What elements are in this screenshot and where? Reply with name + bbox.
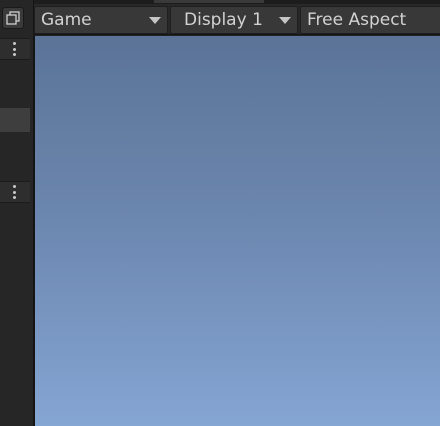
display-dropdown-label: Display 1: [184, 10, 263, 30]
unity-editor-window: Game Display 1 Free Aspect: [0, 0, 440, 426]
aspect-dropdown[interactable]: Free Aspect: [300, 6, 440, 34]
kebab-menu-icon[interactable]: [12, 42, 16, 56]
panel-header-top: [0, 38, 30, 60]
maximize-icon: [6, 11, 20, 25]
triangle-down-icon: [149, 17, 161, 24]
panel-header-bottom: [0, 181, 30, 203]
game-view-toolbar: Game Display 1 Free Aspect: [34, 4, 440, 35]
view-dropdown[interactable]: Game: [34, 6, 168, 34]
triangle-down-icon: [279, 17, 291, 24]
view-dropdown-label: Game: [41, 10, 92, 30]
game-viewport[interactable]: [34, 36, 440, 426]
kebab-menu-icon[interactable]: [12, 185, 16, 199]
tab-indicator: [154, 0, 264, 3]
hierarchy-selected-row[interactable]: [0, 108, 30, 132]
aspect-dropdown-label: Free Aspect: [307, 10, 407, 30]
display-dropdown[interactable]: Display 1: [170, 6, 298, 34]
maximize-button[interactable]: [2, 7, 24, 29]
left-panel: [0, 0, 34, 426]
